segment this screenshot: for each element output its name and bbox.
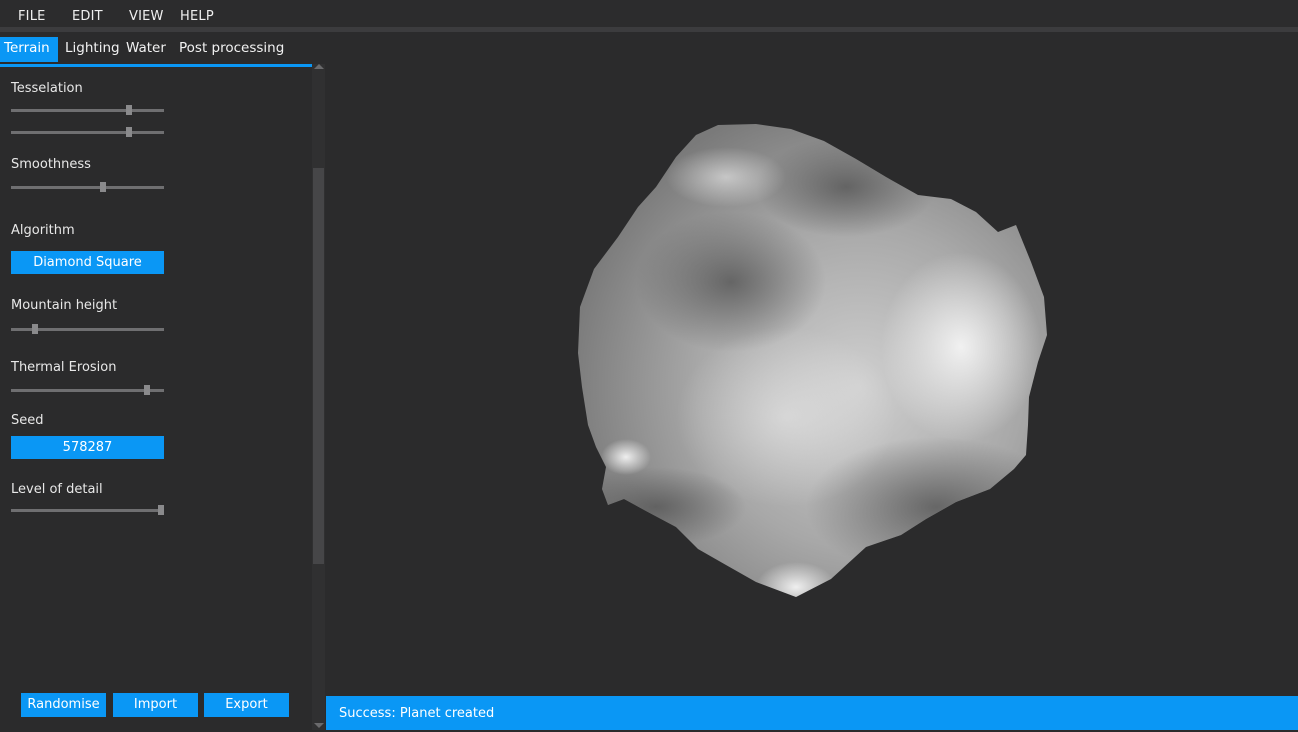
smoothness-slider[interactable]: [11, 182, 164, 192]
tab-terrain[interactable]: Terrain: [0, 37, 58, 62]
seed-label: Seed: [11, 413, 44, 428]
menu-edit[interactable]: EDIT: [72, 9, 103, 24]
settings-panel: Terrain Lighting Water Post processing T…: [0, 37, 326, 730]
menu-bar: FILE EDIT VIEW HELP: [0, 0, 1298, 32]
slider-thumb[interactable]: [157, 505, 164, 515]
slider-track: [11, 186, 164, 189]
thermal-erosion-slider[interactable]: [11, 385, 164, 395]
level-of-detail-slider[interactable]: [11, 505, 164, 515]
status-bar: Success: Planet created: [326, 696, 1298, 730]
tab-bar: Terrain Lighting Water Post processing: [0, 37, 325, 67]
seed-field[interactable]: 578287: [11, 436, 164, 459]
tesselation-slider-2[interactable]: [11, 127, 164, 137]
planet-render: [578, 124, 1047, 597]
randomise-button[interactable]: Randomise: [21, 693, 106, 717]
slider-track: [11, 109, 164, 112]
slider-thumb[interactable]: [144, 385, 151, 395]
mountain-height-slider[interactable]: [11, 324, 164, 334]
algorithm-label: Algorithm: [11, 223, 75, 238]
scroll-down-arrow-icon[interactable]: [314, 723, 324, 728]
slider-thumb[interactable]: [125, 127, 132, 137]
slider-thumb[interactable]: [125, 105, 132, 115]
menu-file[interactable]: FILE: [18, 9, 46, 24]
tab-water[interactable]: Water: [122, 37, 170, 62]
tab-lighting[interactable]: Lighting: [61, 37, 124, 62]
3d-viewport[interactable]: [326, 37, 1298, 696]
import-button[interactable]: Import: [113, 693, 198, 717]
tesselation-slider-1[interactable]: [11, 105, 164, 115]
slider-thumb[interactable]: [32, 324, 39, 334]
slider-track: [11, 131, 164, 134]
slider-thumb[interactable]: [99, 182, 106, 192]
scroll-up-arrow-icon[interactable]: [314, 64, 324, 69]
slider-track: [11, 509, 164, 512]
panel-scrollbar[interactable]: [312, 64, 325, 730]
tesselation-label: Tesselation: [11, 81, 83, 96]
slider-track: [11, 389, 164, 392]
export-button[interactable]: Export: [204, 693, 289, 717]
scrollbar-thumb[interactable]: [313, 168, 324, 564]
menu-view[interactable]: VIEW: [129, 9, 164, 24]
tab-post-processing[interactable]: Post processing: [175, 37, 288, 62]
thermal-erosion-label: Thermal Erosion: [11, 360, 117, 375]
mountain-height-label: Mountain height: [11, 298, 118, 313]
smoothness-label: Smoothness: [11, 157, 91, 172]
algorithm-select[interactable]: Diamond Square: [11, 251, 164, 274]
menu-help[interactable]: HELP: [180, 9, 214, 24]
level-of-detail-label: Level of detail: [11, 482, 103, 497]
